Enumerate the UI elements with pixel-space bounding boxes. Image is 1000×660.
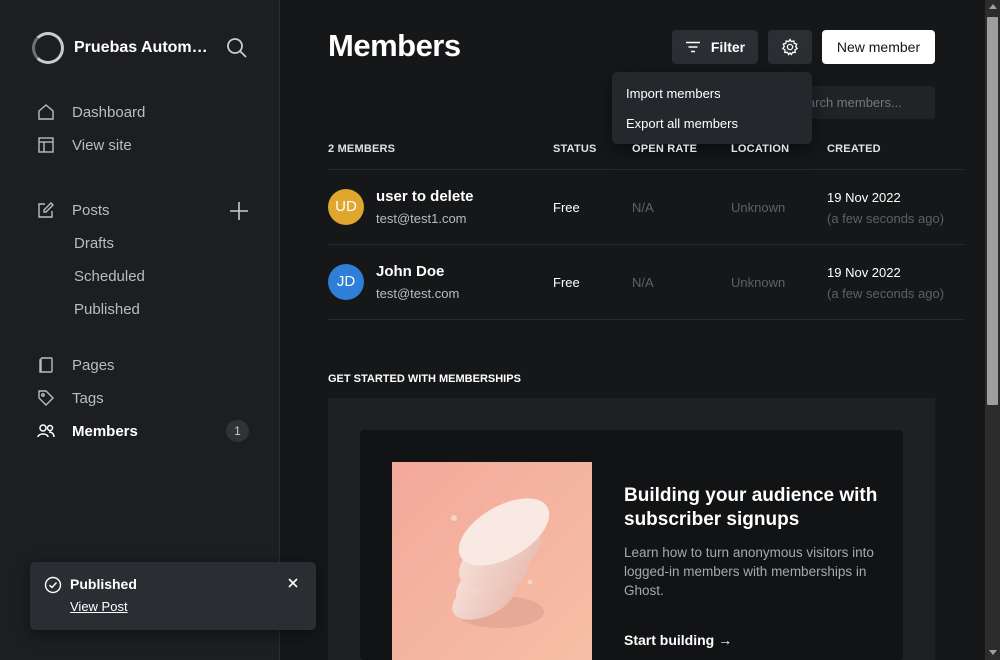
column-created: CREATED bbox=[827, 143, 881, 155]
site-logo-icon bbox=[32, 32, 64, 64]
nav-scheduled[interactable]: Scheduled bbox=[74, 268, 145, 285]
filter-button[interactable]: Filter bbox=[672, 30, 758, 64]
view-post-link[interactable]: View Post bbox=[70, 599, 128, 614]
divider bbox=[328, 319, 964, 320]
nav-members[interactable]: Members bbox=[36, 421, 138, 441]
nav-view-site[interactable]: View site bbox=[36, 135, 132, 155]
settings-button[interactable] bbox=[768, 30, 812, 64]
nav-pages[interactable]: Pages bbox=[36, 355, 115, 375]
nav-drafts[interactable]: Drafts bbox=[74, 235, 114, 252]
gear-icon bbox=[781, 38, 799, 56]
layout-icon bbox=[38, 137, 54, 153]
search-icon[interactable] bbox=[226, 37, 248, 59]
divider bbox=[328, 244, 964, 245]
close-icon[interactable] bbox=[286, 576, 300, 590]
tag-icon bbox=[38, 390, 54, 406]
nav-members-label: Members bbox=[72, 422, 138, 440]
actions-dropdown: Import members Export all members bbox=[612, 72, 812, 144]
nav-pages-label: Pages bbox=[72, 356, 115, 374]
member-created-relative: (a few seconds ago) bbox=[827, 211, 945, 226]
nav-dashboard-label: Dashboard bbox=[72, 103, 146, 121]
home-icon bbox=[38, 104, 54, 120]
check-circle-icon bbox=[44, 576, 62, 594]
published-toast: Published View Post bbox=[30, 562, 316, 630]
new-member-button[interactable]: New member bbox=[822, 30, 935, 64]
sidebar: Pruebas Automatizadas Dashboard View sit… bbox=[0, 0, 316, 660]
get-started-heading: Building your audience with subscriber s… bbox=[624, 485, 878, 530]
column-members: 2 MEMBERS bbox=[328, 143, 396, 155]
page-title: Members bbox=[328, 28, 461, 63]
member-created: 19 Nov 2022 bbox=[827, 190, 901, 205]
site-brand[interactable]: Pruebas Automatizadas bbox=[32, 32, 214, 64]
page-icon bbox=[39, 357, 53, 373]
member-status: Free bbox=[553, 200, 580, 215]
column-open-rate: OPEN RATE bbox=[632, 143, 698, 155]
divider bbox=[328, 169, 964, 170]
nav-tags[interactable]: Tags bbox=[36, 388, 104, 408]
filter-label: Filter bbox=[710, 39, 746, 55]
get-started-section-title: GET STARTED WITH MEMBERSHIPS bbox=[328, 373, 521, 385]
nav-tags-label: Tags bbox=[72, 389, 104, 407]
column-status: STATUS bbox=[553, 143, 597, 155]
member-created: 19 Nov 2022 bbox=[827, 265, 901, 280]
member-location: Unknown bbox=[731, 275, 786, 290]
avatar: JD bbox=[328, 264, 364, 300]
avatar: UD bbox=[328, 189, 364, 225]
column-location: LOCATION bbox=[731, 143, 790, 155]
scroll-up-icon[interactable] bbox=[989, 4, 997, 9]
members-count-badge: 1 bbox=[226, 420, 249, 442]
member-created-relative: (a few seconds ago) bbox=[827, 286, 945, 301]
add-post-icon[interactable] bbox=[228, 200, 250, 222]
member-open-rate: N/A bbox=[632, 275, 654, 290]
member-name: user to delete bbox=[376, 188, 474, 205]
site-name: Pruebas Automatizadas bbox=[74, 39, 214, 56]
filter-icon bbox=[685, 41, 700, 53]
page-scrollbar[interactable] bbox=[985, 0, 1000, 660]
import-members-item[interactable]: Import members bbox=[626, 86, 721, 101]
member-open-rate: N/A bbox=[632, 200, 654, 215]
nav-dashboard[interactable]: Dashboard bbox=[36, 102, 145, 122]
nav-view-site-label: View site bbox=[72, 136, 132, 154]
nav-posts[interactable]: Posts bbox=[36, 200, 110, 220]
toast-title: Published bbox=[70, 576, 137, 592]
get-started-text: Learn how to turn anonymous visitors int… bbox=[624, 545, 874, 598]
member-name: John Doe bbox=[376, 263, 445, 280]
edit-icon bbox=[38, 202, 54, 218]
member-email: test@test.com bbox=[376, 286, 460, 301]
start-building-link[interactable]: Start building → bbox=[624, 632, 732, 648]
scrollbar-thumb[interactable] bbox=[987, 17, 998, 405]
export-members-item[interactable]: Export all members bbox=[626, 116, 738, 131]
nav-posts-label: Posts bbox=[72, 201, 110, 219]
member-location: Unknown bbox=[731, 200, 786, 215]
nav-published[interactable]: Published bbox=[74, 301, 140, 318]
users-icon bbox=[37, 424, 55, 438]
audience-illustration bbox=[392, 462, 592, 660]
member-status: Free bbox=[553, 275, 580, 290]
scroll-down-icon[interactable] bbox=[989, 650, 997, 655]
member-email: test@test1.com bbox=[376, 211, 467, 226]
